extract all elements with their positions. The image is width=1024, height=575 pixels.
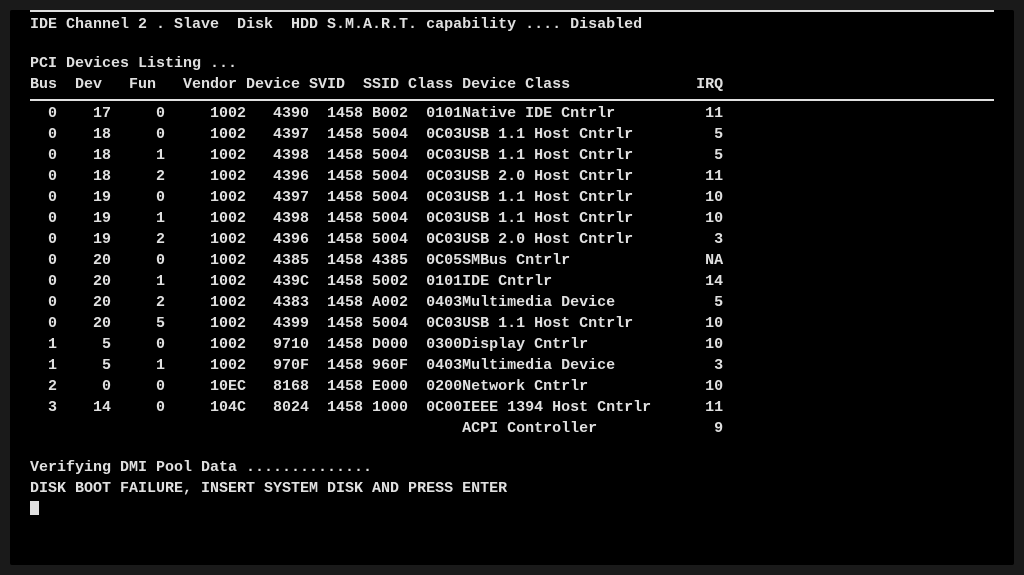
pci-device-list: 0 17 0 1002 4390 1458 B002 0101Native ID… xyxy=(30,103,994,418)
pci-table-header: Bus Dev Fun Vendor Device SVID SSID Clas… xyxy=(30,74,994,95)
header-divider xyxy=(30,99,994,101)
cursor-icon xyxy=(30,501,39,515)
cursor-line xyxy=(30,499,994,520)
pci-listing-title: PCI Devices Listing ... xyxy=(30,53,994,74)
top-divider xyxy=(30,10,994,12)
bios-post-screen: IDE Channel 2 . Slave Disk HDD S.M.A.R.T… xyxy=(10,10,1014,565)
verifying-dmi-line: Verifying DMI Pool Data .............. xyxy=(30,457,994,478)
acpi-row: ACPI Controller 9 xyxy=(30,418,994,439)
ide-status-line: IDE Channel 2 . Slave Disk HDD S.M.A.R.T… xyxy=(30,14,994,35)
boot-failure-message: DISK BOOT FAILURE, INSERT SYSTEM DISK AN… xyxy=(30,478,994,499)
